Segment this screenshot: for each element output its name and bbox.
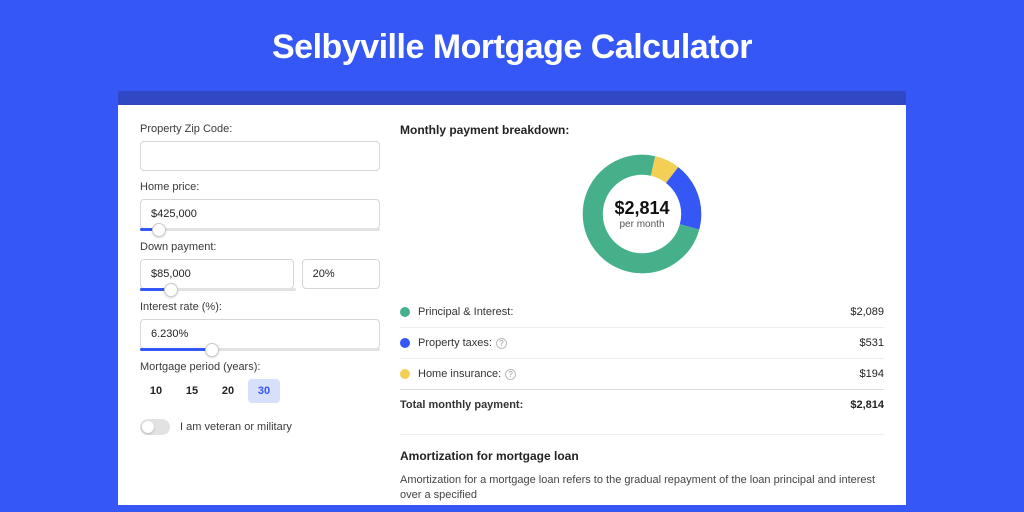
- period-btn-15[interactable]: 15: [176, 379, 208, 403]
- breakdown-row: Home insurance:?$194: [400, 358, 884, 389]
- zip-field: Property Zip Code:: [140, 123, 380, 171]
- breakdown-label: Property taxes:?: [418, 337, 860, 349]
- down-payment-amount-input[interactable]: [140, 259, 294, 289]
- info-icon[interactable]: ?: [496, 338, 507, 349]
- page-title: Selbyville Mortgage Calculator: [0, 0, 1024, 91]
- interest-label: Interest rate (%):: [140, 301, 380, 313]
- donut-container: $2,814 per month: [400, 149, 884, 279]
- donut-chart: $2,814 per month: [577, 149, 707, 279]
- down-payment-field: Down payment:: [140, 241, 380, 291]
- breakdown-title: Monthly payment breakdown:: [400, 123, 884, 137]
- donut-sub: per month: [619, 219, 664, 230]
- veteran-toggle[interactable]: [140, 419, 170, 435]
- period-field: Mortgage period (years): 10152030: [140, 361, 380, 403]
- home-price-slider-thumb[interactable]: [152, 223, 166, 237]
- down-payment-slider-thumb[interactable]: [164, 283, 178, 297]
- zip-input[interactable]: [140, 141, 380, 171]
- breakdown-value: $2,089: [850, 306, 884, 318]
- legend-dot: [400, 369, 410, 379]
- total-label: Total monthly payment:: [400, 399, 850, 411]
- veteran-toggle-knob: [142, 421, 154, 433]
- home-price-field: Home price:: [140, 181, 380, 231]
- home-price-label: Home price:: [140, 181, 380, 193]
- interest-slider[interactable]: [140, 348, 380, 351]
- calculator-card: Property Zip Code: Home price: Down paym…: [118, 105, 906, 505]
- breakdown-value: $531: [860, 337, 884, 349]
- veteran-row: I am veteran or military: [140, 419, 380, 435]
- interest-field: Interest rate (%):: [140, 301, 380, 351]
- breakdown-row: Property taxes:?$531: [400, 327, 884, 358]
- period-label: Mortgage period (years):: [140, 361, 380, 373]
- breakdown-label: Principal & Interest:: [418, 306, 850, 318]
- interest-input[interactable]: [140, 319, 380, 349]
- zip-label: Property Zip Code:: [140, 123, 380, 135]
- down-payment-label: Down payment:: [140, 241, 380, 253]
- period-btn-20[interactable]: 20: [212, 379, 244, 403]
- down-payment-slider[interactable]: [140, 288, 296, 291]
- info-icon[interactable]: ?: [505, 369, 516, 380]
- card-outer: Property Zip Code: Home price: Down paym…: [118, 91, 906, 505]
- donut-amount: $2,814: [614, 198, 669, 219]
- period-btn-30[interactable]: 30: [248, 379, 280, 403]
- breakdown-column: Monthly payment breakdown: $2,814 per mo…: [400, 123, 884, 505]
- home-price-slider[interactable]: [140, 228, 380, 231]
- breakdown-label: Home insurance:?: [418, 368, 860, 380]
- breakdown-list: Principal & Interest:$2,089Property taxe…: [400, 297, 884, 389]
- amortization-title: Amortization for mortgage loan: [400, 449, 884, 463]
- down-payment-pct-input[interactable]: [302, 259, 380, 289]
- legend-dot: [400, 338, 410, 348]
- breakdown-value: $194: [860, 368, 884, 380]
- veteran-label: I am veteran or military: [180, 421, 292, 433]
- home-price-input[interactable]: [140, 199, 380, 229]
- period-btn-10[interactable]: 10: [140, 379, 172, 403]
- amortization-section: Amortization for mortgage loan Amortizat…: [400, 434, 884, 504]
- period-options: 10152030: [140, 379, 380, 403]
- form-column: Property Zip Code: Home price: Down paym…: [140, 123, 380, 505]
- legend-dot: [400, 307, 410, 317]
- total-row: Total monthly payment: $2,814: [400, 389, 884, 420]
- donut-center: $2,814 per month: [577, 149, 707, 279]
- interest-slider-thumb[interactable]: [205, 343, 219, 357]
- breakdown-row: Principal & Interest:$2,089: [400, 297, 884, 327]
- amortization-text: Amortization for a mortgage loan refers …: [400, 473, 884, 504]
- interest-slider-fill: [140, 348, 212, 351]
- total-value: $2,814: [850, 399, 884, 411]
